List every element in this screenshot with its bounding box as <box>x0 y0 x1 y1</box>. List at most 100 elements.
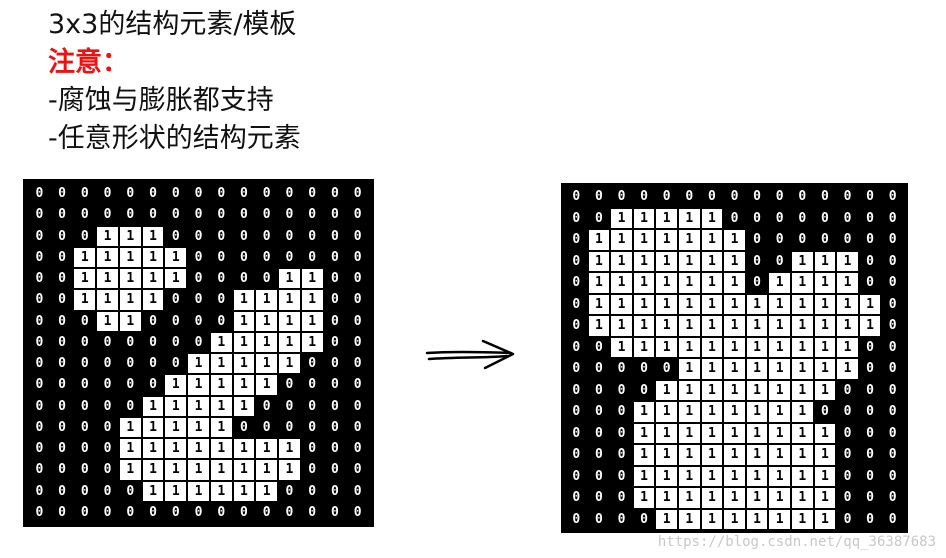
grid-cell: 0 <box>632 379 656 401</box>
grid-cell: 0 <box>881 401 904 423</box>
grid-cell: 1 <box>723 487 746 509</box>
grid-cell: 1 <box>632 250 656 272</box>
grid-cell: 1 <box>745 293 769 315</box>
grid-cell: 1 <box>768 465 791 487</box>
grid-cell: 1 <box>73 289 97 311</box>
grid-cell: 0 <box>745 207 769 229</box>
grid-cell: 0 <box>232 204 256 226</box>
grid-cell: 0 <box>50 438 74 460</box>
grid-cell: 1 <box>118 438 142 460</box>
grid-cell: 1 <box>723 422 746 444</box>
grid-cell: 0 <box>858 186 882 208</box>
grid-cell: 1 <box>164 480 188 502</box>
grid-cell: 1 <box>141 395 165 417</box>
input-binary-grid: 0000000000000000000000000000000001110000… <box>23 179 374 527</box>
grid-cell: 0 <box>632 186 656 208</box>
grid-cell: 0 <box>836 229 859 251</box>
grid-cell: 1 <box>745 401 769 423</box>
grid-cell: 1 <box>118 459 142 481</box>
grid-cell: 0 <box>141 501 165 523</box>
grid-cell: 1 <box>768 336 791 358</box>
grid-cell: 1 <box>587 315 611 337</box>
grid-cell: 1 <box>632 207 656 229</box>
grid-cell: 1 <box>278 268 301 290</box>
grid-cell: 1 <box>768 358 791 380</box>
grid-cell: 0 <box>858 207 882 229</box>
grid-cell: 1 <box>745 315 769 337</box>
grid-cell: 0 <box>28 438 51 460</box>
grid-cell: 1 <box>745 422 769 444</box>
grid-cell: 0 <box>73 480 97 502</box>
grid-cell: 1 <box>118 416 142 438</box>
grid-cell: 0 <box>96 416 119 438</box>
grid-cell: 0 <box>587 422 611 444</box>
grid-cell: 1 <box>745 444 769 466</box>
grid-cell: 1 <box>209 416 233 438</box>
grid-cell: 0 <box>858 229 882 251</box>
grid-cell: 1 <box>300 268 324 290</box>
grid-cell: 1 <box>700 422 724 444</box>
grid-cell: 1 <box>836 315 859 337</box>
grid-cell: 0 <box>836 487 859 509</box>
grid-cell: 0 <box>655 186 678 208</box>
grid-cell: 0 <box>300 459 324 481</box>
grid-cell: 1 <box>232 374 256 396</box>
grid-cell: 0 <box>118 374 142 396</box>
grid-cell: 1 <box>655 401 678 423</box>
grid-cell: 1 <box>232 331 256 353</box>
grid-cell: 0 <box>587 379 611 401</box>
grid-cell: 0 <box>323 204 347 226</box>
grid-cell: 0 <box>858 379 882 401</box>
grid-cell: 0 <box>587 401 611 423</box>
grid-cell: 0 <box>73 438 97 460</box>
grid-cell: 0 <box>28 374 51 396</box>
grid-cell: 1 <box>164 395 188 417</box>
grid-cell: 0 <box>881 444 904 466</box>
grid-cell: 1 <box>232 438 256 460</box>
grid-cell: 1 <box>632 444 656 466</box>
grid-cell: 0 <box>323 246 347 268</box>
grid-cell: 0 <box>768 186 791 208</box>
grid-cell: 1 <box>700 508 724 530</box>
grid-cell: 0 <box>50 416 74 438</box>
grid-cell: 1 <box>255 289 279 311</box>
grid-cell: 0 <box>346 416 369 438</box>
grid-cell: 1 <box>768 293 791 315</box>
grid-cell: 1 <box>610 207 633 229</box>
grid-cell: 0 <box>565 229 588 251</box>
grid-cell: 1 <box>187 353 210 375</box>
grid-cell: 1 <box>610 250 633 272</box>
grid-cell: 0 <box>255 268 279 290</box>
grid-cell: 1 <box>141 438 165 460</box>
grid-cell: 1 <box>813 487 837 509</box>
grid-cell: 0 <box>300 480 324 502</box>
grid-cell: 0 <box>565 508 588 530</box>
grid-cell: 0 <box>346 225 369 247</box>
grid-cell: 0 <box>50 501 74 523</box>
grid-cell: 0 <box>164 501 188 523</box>
grid-cell: 1 <box>700 379 724 401</box>
grid-cell: 0 <box>28 480 51 502</box>
grid-cell: 1 <box>278 289 301 311</box>
grid-cell: 0 <box>768 207 791 229</box>
grid-cell: 0 <box>565 422 588 444</box>
grid-cell: 0 <box>346 353 369 375</box>
grid-cell: 0 <box>836 465 859 487</box>
grid-cell: 0 <box>565 379 588 401</box>
grid-cell: 1 <box>723 508 746 530</box>
grid-cell: 0 <box>28 395 51 417</box>
grid-cell: 0 <box>632 508 656 530</box>
grid-cell: 1 <box>678 465 701 487</box>
grid-cell: 0 <box>565 444 588 466</box>
grid-cell: 1 <box>655 229 678 251</box>
grid-cell: 1 <box>678 508 701 530</box>
grid-cell: 0 <box>323 289 347 311</box>
grid-cell: 0 <box>73 204 97 226</box>
grid-cell: 0 <box>881 315 904 337</box>
grid-cell: 1 <box>187 438 210 460</box>
grid-cell: 1 <box>655 422 678 444</box>
grid-cell: 0 <box>858 358 882 380</box>
grid-cell: 0 <box>678 186 701 208</box>
grid-cell: 0 <box>610 444 633 466</box>
grid-cell: 0 <box>881 272 904 294</box>
